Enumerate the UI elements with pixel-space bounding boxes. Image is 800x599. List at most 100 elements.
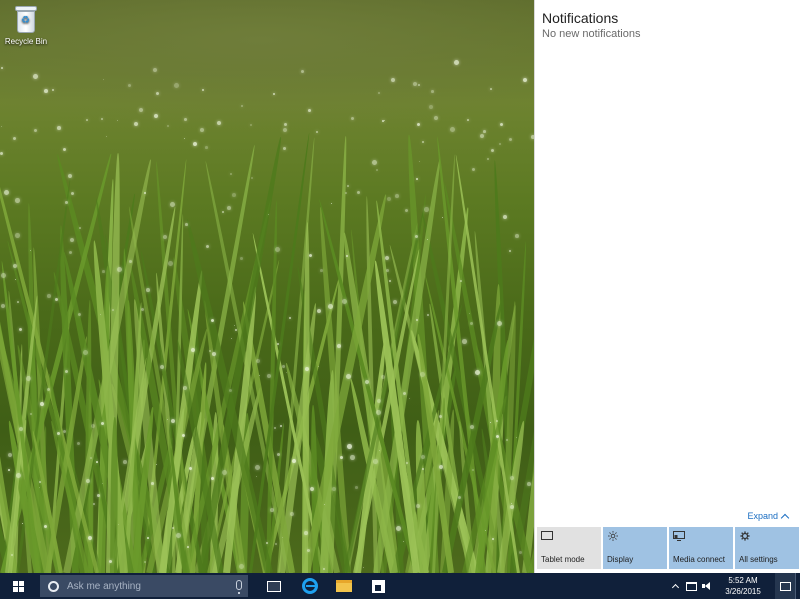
dew-drop: [376, 169, 378, 171]
file-explorer-button[interactable]: [327, 573, 361, 599]
dew-drop: [396, 526, 401, 531]
dew-drop: [206, 245, 209, 248]
dew-drop: [460, 280, 462, 282]
dew-drop: [168, 261, 173, 266]
dew-drop: [8, 453, 13, 458]
dew-drop: [176, 533, 181, 538]
dew-drop: [154, 114, 159, 119]
dew-drop: [97, 494, 100, 497]
dew-drop: [193, 142, 198, 147]
dew-drop: [270, 508, 274, 512]
desktop-icon-recycle-bin[interactable]: ♻ Recycle Bin: [2, 6, 50, 46]
dew-drop: [413, 82, 418, 87]
dew-drop: [519, 551, 522, 554]
dew-drop: [331, 203, 333, 205]
task-view-icon: [264, 578, 281, 592]
dew-drop: [347, 444, 352, 449]
dew-drop: [372, 160, 377, 165]
show-hidden-icons-button[interactable]: [667, 573, 683, 599]
dew-drop: [292, 459, 296, 463]
dew-drop: [83, 350, 88, 355]
show-desktop-button[interactable]: [795, 573, 800, 599]
network-icon: [685, 581, 697, 591]
dew-drop: [317, 309, 322, 314]
action-center-button[interactable]: [775, 573, 795, 599]
dew-drop: [497, 321, 502, 326]
dew-drop: [346, 255, 348, 257]
dew-drop: [187, 546, 189, 548]
quick-action-all-settings[interactable]: All settings: [735, 527, 799, 569]
dew-drop: [275, 543, 278, 546]
dew-drop: [184, 118, 187, 121]
dew-drop: [332, 487, 336, 491]
dew-drop: [266, 542, 268, 544]
dew-drop: [230, 173, 232, 175]
dew-drop: [69, 251, 73, 255]
expand-link[interactable]: Expand: [747, 511, 790, 522]
dew-drop: [487, 158, 490, 161]
dew-drop: [234, 325, 236, 327]
dew-drop: [454, 60, 459, 65]
dew-drop: [418, 84, 420, 86]
expand-label: Expand: [747, 511, 778, 521]
dew-drop: [472, 168, 476, 172]
dew-drop: [15, 233, 20, 238]
network-button[interactable]: [683, 573, 699, 599]
dew-drop: [153, 68, 158, 73]
dew-drop: [77, 442, 81, 446]
dew-drop: [96, 461, 98, 463]
quick-action-label: Tablet mode: [541, 555, 585, 564]
dew-drop: [382, 120, 384, 122]
start-button[interactable]: [0, 573, 36, 599]
dew-drop: [273, 93, 276, 96]
dew-drop: [305, 367, 309, 371]
quick-action-tablet-mode[interactable]: Tablet mode: [537, 527, 601, 569]
store-button[interactable]: [361, 573, 395, 599]
dew-drop: [251, 177, 254, 180]
system-tray: 5:52 AM 3/26/2015: [667, 573, 800, 599]
dew-drop: [301, 70, 305, 74]
dew-drop: [239, 564, 244, 569]
dew-drop: [202, 89, 205, 92]
dew-drop: [1, 126, 3, 128]
dew-drop: [129, 260, 132, 263]
grass-blade: [110, 417, 119, 573]
search-box[interactable]: Ask me anything: [40, 575, 248, 597]
dew-drop: [39, 481, 41, 483]
dew-drop: [182, 434, 186, 438]
quick-action-media-connect[interactable]: Media connect: [669, 527, 733, 569]
dew-drop: [283, 128, 288, 133]
dew-drop: [373, 459, 378, 464]
dew-drop: [385, 256, 390, 261]
dew-drop: [151, 482, 154, 485]
dew-drop: [307, 549, 310, 552]
dew-drop: [211, 319, 214, 322]
dew-drop: [355, 486, 358, 489]
clock-date: 3/26/2015: [725, 587, 761, 596]
dew-drop: [434, 116, 438, 120]
task-view-button[interactable]: [257, 573, 291, 599]
volume-button[interactable]: [699, 573, 715, 599]
clock[interactable]: 5:52 AM 3/26/2015: [715, 575, 771, 597]
dew-drop: [480, 134, 485, 139]
volume-icon: [702, 582, 712, 590]
dew-drop: [387, 197, 392, 202]
microphone-icon[interactable]: [236, 580, 242, 594]
dew-drop: [424, 207, 429, 212]
dew-drop: [123, 460, 127, 464]
dew-drop: [167, 125, 169, 127]
dew-drop: [350, 455, 355, 460]
dew-drop: [103, 79, 105, 81]
dew-drop: [1, 67, 3, 69]
dew-drop: [395, 194, 399, 198]
dew-drop: [240, 257, 243, 260]
dew-drop: [342, 299, 347, 304]
dew-drop: [442, 217, 444, 219]
dew-drop: [357, 191, 360, 194]
dew-drop: [427, 314, 430, 317]
cortana-icon: [48, 580, 59, 592]
gear-icon: [740, 531, 750, 541]
internet-explorer-button[interactable]: [293, 573, 327, 599]
quick-action-display[interactable]: Display: [603, 527, 667, 569]
dew-drop: [0, 152, 4, 156]
